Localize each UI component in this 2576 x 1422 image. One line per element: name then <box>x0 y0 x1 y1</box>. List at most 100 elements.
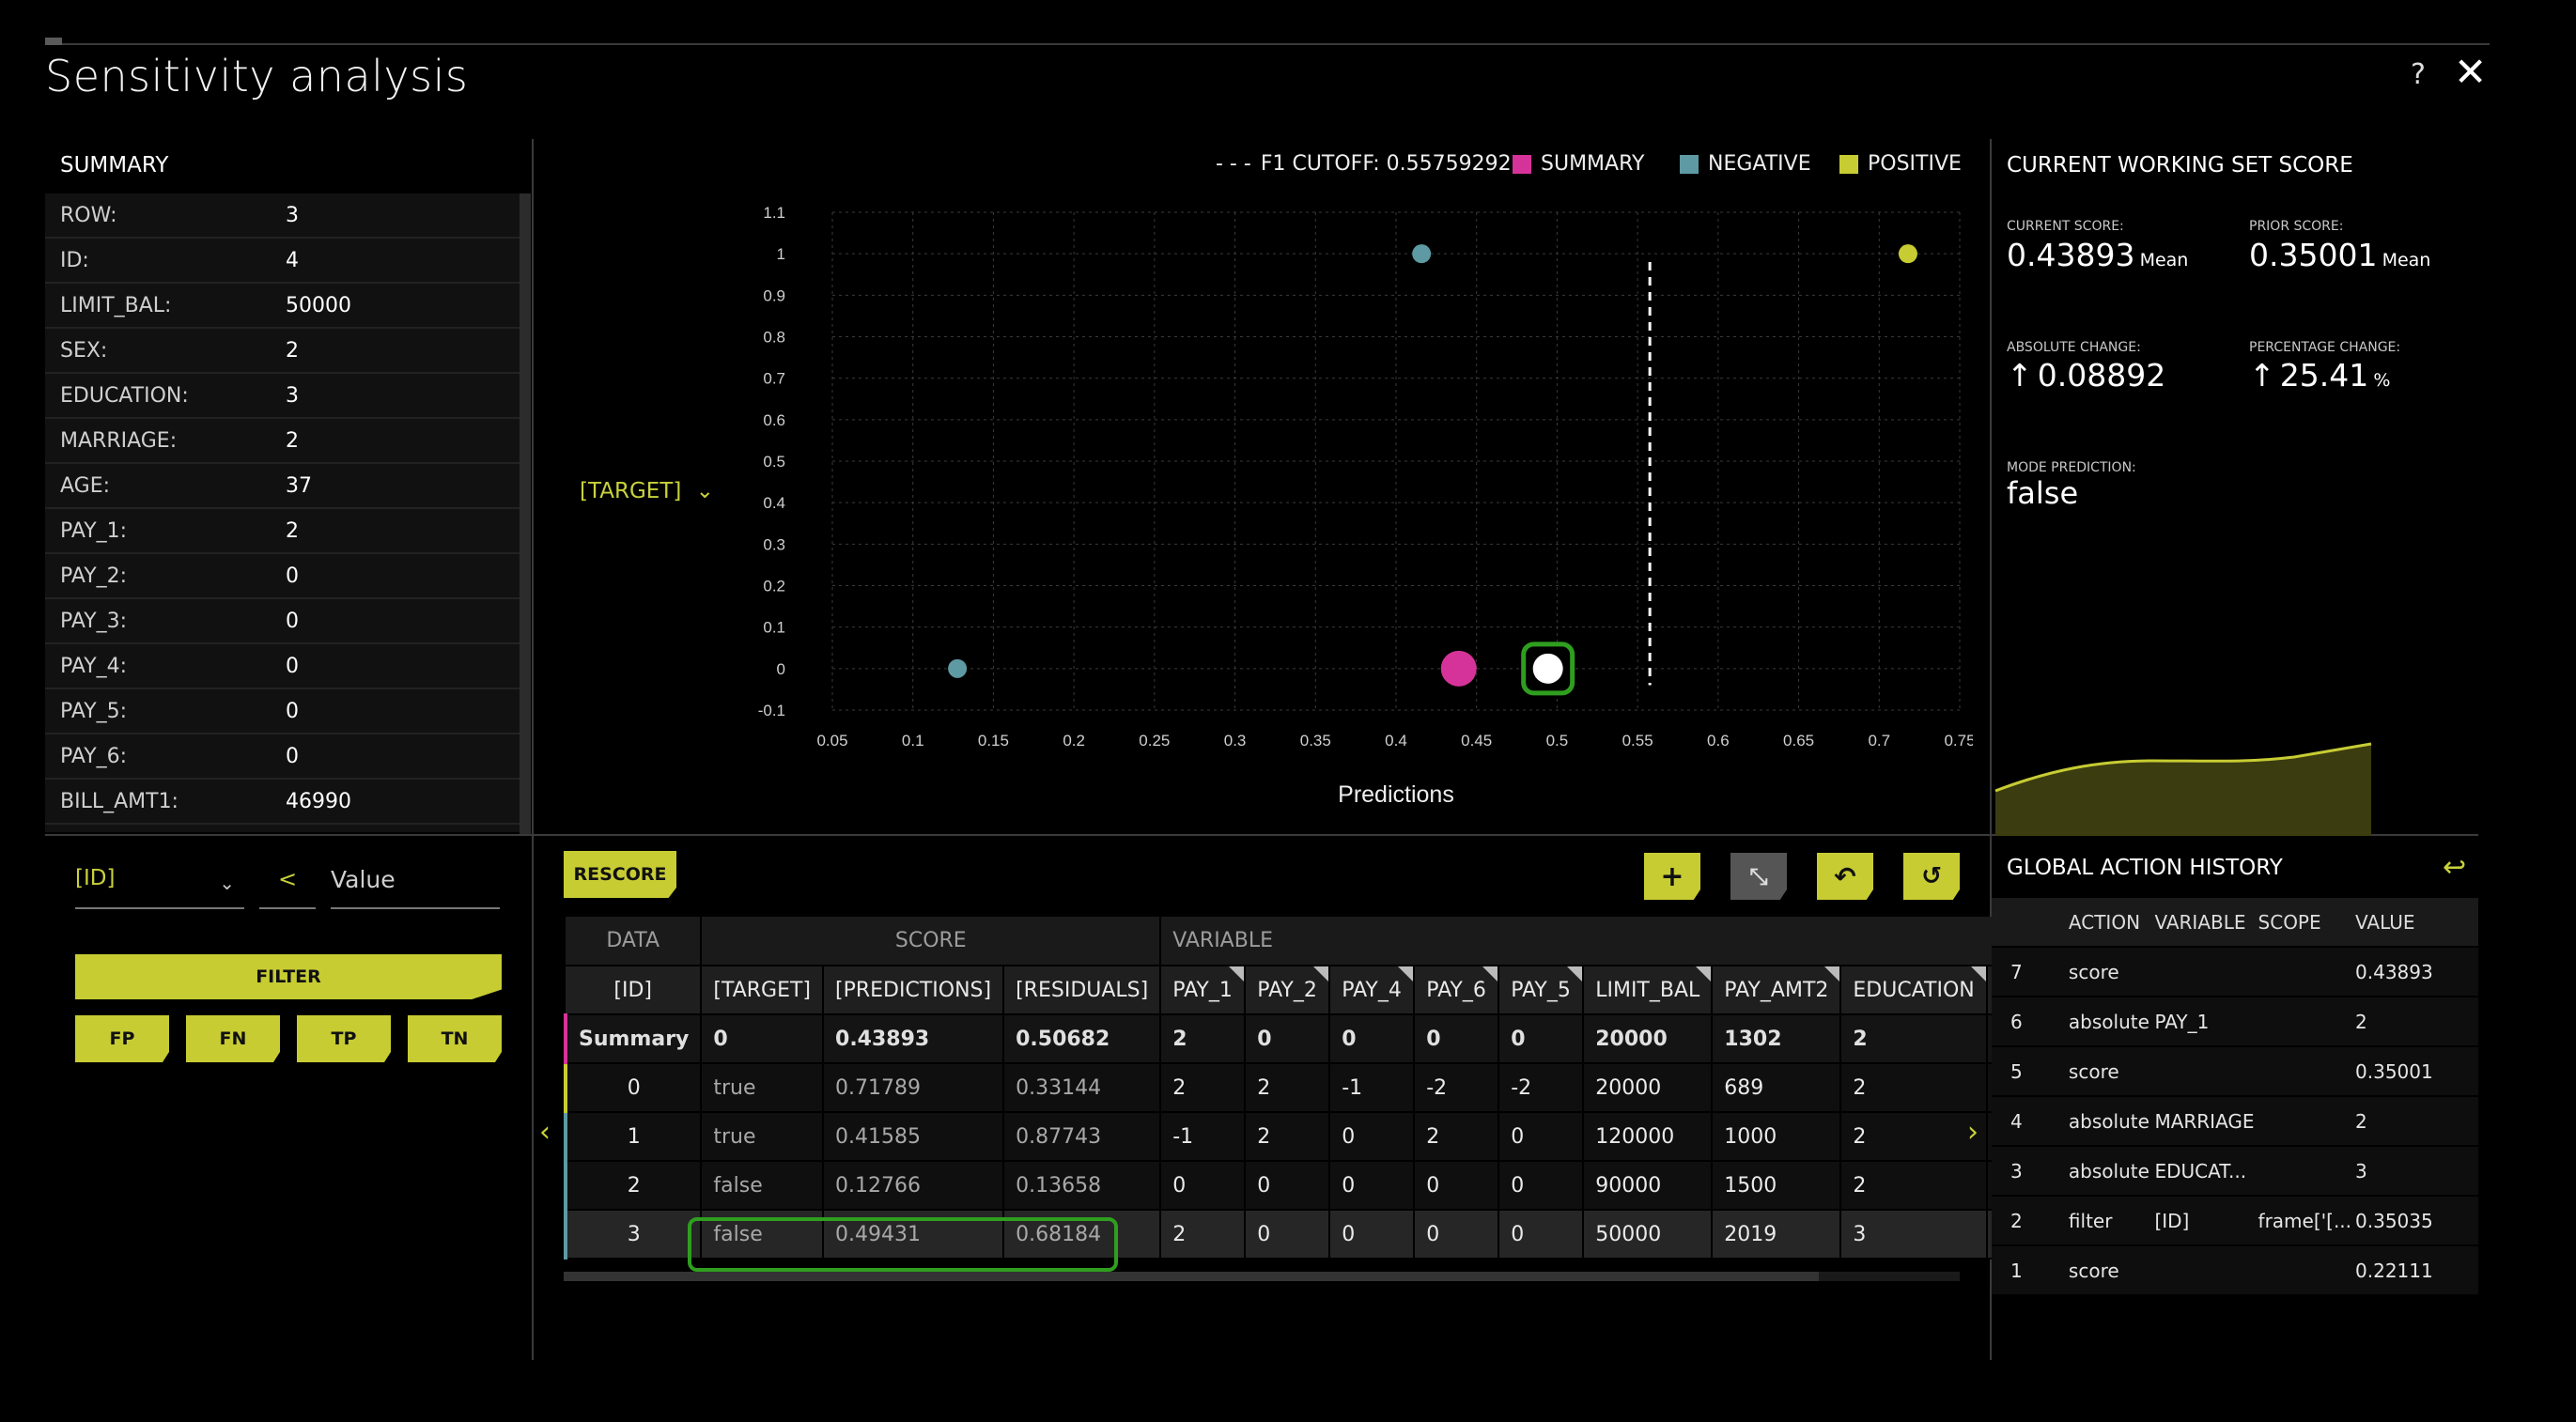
table-cell[interactable]: 2 <box>1160 1063 1247 1113</box>
filter-operator-select[interactable]: < <box>259 866 316 909</box>
table-cell[interactable]: 2 <box>1414 1112 1500 1162</box>
table-cell[interactable]: 0 <box>1329 1210 1416 1260</box>
legend-positive[interactable]: POSITIVE <box>1839 152 1962 176</box>
history-row[interactable]: 1 score 0.22111 <box>1992 1245 2478 1296</box>
legend-negative[interactable]: NEGATIVE <box>1680 152 1811 176</box>
negative-point[interactable] <box>948 658 968 678</box>
negative-point[interactable] <box>1412 244 1432 264</box>
table-row[interactable]: 0true0.717890.3314422-1-2-22000068922 <box>563 1063 2039 1113</box>
table-cell[interactable]: -1 <box>1160 1112 1247 1162</box>
table-cell[interactable]: 50000 <box>1583 1210 1714 1260</box>
table-cell[interactable]: 2 <box>1840 1063 1988 1113</box>
prior-score-label: PRIOR SCORE: <box>2249 219 2344 234</box>
table-cell[interactable]: 0 <box>1329 1112 1416 1162</box>
history-cell: 3 <box>1992 1146 2065 1197</box>
table-cell[interactable]: 2 <box>1245 1112 1331 1162</box>
x-tick-label: 0.7 <box>1868 732 1890 750</box>
table-row[interactable]: 2false0.127660.136580000090000150022 <box>563 1161 2039 1211</box>
data-table[interactable]: DATA SCORE VARIABLE [ID] [TARGET] [PREDICTION… <box>563 917 2039 1260</box>
column-header[interactable]: PAY_5 <box>1498 966 1585 1015</box>
rescore-button[interactable]: RESCORE <box>564 851 676 898</box>
table-cell[interactable]: 0 <box>1245 1210 1331 1260</box>
table-cell[interactable]: 1000 <box>1712 1112 1842 1162</box>
column-header[interactable]: PAY_6 <box>1414 966 1500 1015</box>
table-cell[interactable]: 3 <box>1840 1210 1988 1260</box>
history-row[interactable]: 5 score 0.35001 <box>1992 1046 2478 1097</box>
table-scroll-right[interactable]: › <box>1967 1116 1979 1149</box>
panel-divider-left <box>532 139 534 1360</box>
history-cell: 0.22111 <box>2351 1245 2478 1296</box>
table-cell[interactable]: 2 <box>1840 1112 1988 1162</box>
filter-value-input[interactable]: Value <box>331 866 500 909</box>
fn-button[interactable]: FN <box>186 1015 280 1062</box>
table-cell[interactable]: 120000 <box>1583 1112 1714 1162</box>
y-tick-label: 0.8 <box>763 329 785 347</box>
column-header[interactable]: PAY_AMT2 <box>1712 966 1842 1015</box>
summary-scrollbar[interactable] <box>520 193 531 834</box>
history-row[interactable]: 2 filter [ID] frame['[... 0.35035 <box>1992 1196 2478 1246</box>
x-tick-label: 0.1 <box>902 732 924 750</box>
table-cell[interactable]: 2 <box>1840 1161 1988 1211</box>
table-cell[interactable]: 689 <box>1712 1063 1842 1113</box>
table-cell[interactable]: 0 <box>1329 1161 1416 1211</box>
summary-point[interactable] <box>1440 650 1477 687</box>
table-cell[interactable]: 90000 <box>1583 1161 1714 1211</box>
table-row[interactable]: 1true0.415850.87743-12020120000100022 <box>563 1112 2039 1162</box>
column-header[interactable]: PAY_2 <box>1245 966 1331 1015</box>
predictions-scatter-chart[interactable]: 0.05 0.1 0.15 0.2 0.25 0.3 0.35 0.4 0.45 0.5 0.55 0… <box>714 188 1973 817</box>
summary-list[interactable]: ROW: 3 ID: 4 LIMIT_BAL: 50000 SEX: 2 EDUCATION: 3… <box>45 193 520 832</box>
table-scroll-left[interactable]: ‹ <box>539 1116 551 1149</box>
legend-cutoff: - - - F1 CUTOFF: 0.55759292 <box>1216 152 1512 176</box>
column-header[interactable]: EDUCATION <box>1840 966 1988 1015</box>
table-cell[interactable]: 0 <box>1414 1161 1500 1211</box>
column-header[interactable]: [RESIDUALS] <box>1003 966 1162 1015</box>
tp-button[interactable]: TP <box>297 1015 391 1062</box>
column-header[interactable]: [TARGET] <box>701 966 825 1015</box>
summary-row-key: MARRIAGE: <box>60 428 178 453</box>
legend-summary[interactable]: SUMMARY <box>1513 152 1644 176</box>
column-header[interactable]: PAY_1 <box>1160 966 1247 1015</box>
column-header[interactable]: LIMIT_BAL <box>1583 966 1714 1015</box>
close-button[interactable]: ✕ <box>2454 53 2487 92</box>
collapse-button[interactable]: ⤡ <box>1730 853 1787 900</box>
table-cell[interactable]: 2 <box>1160 1210 1247 1260</box>
history-row[interactable]: 4 absolute MARRIAGE 2 <box>1992 1096 2478 1147</box>
column-header[interactable]: [PREDICTIONS] <box>823 966 1005 1015</box>
tn-button[interactable]: TN <box>408 1015 502 1062</box>
table-cell[interactable]: -2 <box>1498 1063 1585 1113</box>
summary-table-row[interactable]: Summary00.438930.506822000020000130222 <box>563 1014 2039 1064</box>
column-header[interactable]: [ID] <box>566 966 703 1015</box>
target-select[interactable]: [TARGET] ⌄ <box>580 479 714 503</box>
table-cell[interactable]: 0 <box>1498 1112 1585 1162</box>
table-cell[interactable]: 0 <box>1245 1161 1331 1211</box>
summary-row-key: LIMIT_BAL: <box>60 293 172 317</box>
table-cell[interactable]: 20000 <box>1583 1063 1714 1113</box>
revert-icon[interactable]: ↩ <box>2443 851 2466 884</box>
selected-point[interactable] <box>1532 653 1563 684</box>
table-cell[interactable]: 0 <box>1160 1161 1247 1211</box>
table-cell[interactable]: 1500 <box>1712 1161 1842 1211</box>
summary-row: PAY_2: 0 <box>45 554 520 599</box>
help-button[interactable]: ? <box>2411 58 2426 91</box>
table-cell[interactable]: 2 <box>1245 1063 1331 1113</box>
table-cell[interactable]: 0 <box>1498 1210 1585 1260</box>
table-cell[interactable]: 0 <box>1414 1210 1500 1260</box>
history-row[interactable]: 3 absolute EDUCAT... 3 <box>1992 1146 2478 1197</box>
history-row[interactable]: 6 absolute PAY_1 2 <box>1992 997 2478 1047</box>
add-row-button[interactable]: + <box>1644 853 1700 900</box>
history-row[interactable]: 7 score 0.43893 <box>1992 947 2478 997</box>
top-divider <box>45 43 2490 45</box>
undo-button[interactable]: ↶ <box>1817 853 1873 900</box>
filter-field-select[interactable]: [ID] ⌄ <box>75 866 244 909</box>
fp-button[interactable]: FP <box>75 1015 169 1062</box>
table-cell[interactable]: -1 <box>1329 1063 1416 1113</box>
positive-point[interactable] <box>1898 244 1917 264</box>
table-scrollbar-thumb[interactable] <box>564 1272 1819 1281</box>
table-cell[interactable]: 0 <box>1498 1161 1585 1211</box>
table-cell[interactable]: -2 <box>1414 1063 1500 1113</box>
filter-button[interactable]: FILTER <box>75 954 502 999</box>
reset-history-button[interactable]: ↺ <box>1903 853 1960 900</box>
column-header[interactable]: PAY_4 <box>1329 966 1416 1015</box>
table-cell[interactable]: 2019 <box>1712 1210 1842 1260</box>
group-header-row: DATA SCORE VARIABLE <box>566 917 2039 966</box>
